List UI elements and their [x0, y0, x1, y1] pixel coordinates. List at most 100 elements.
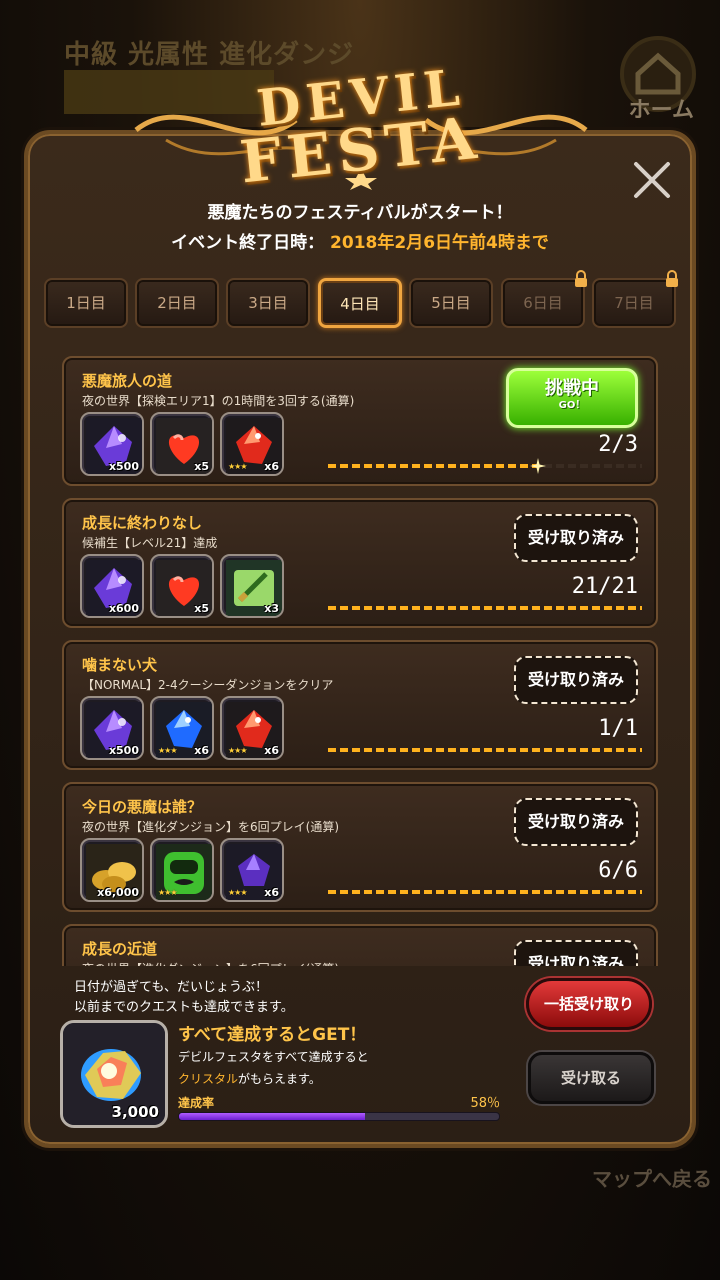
note-line-1: 日付が過ぎても、だいじょうぶ！	[74, 980, 268, 995]
reward-item[interactable]: ★★★	[150, 838, 214, 902]
mission-description: 夜の世界【進化ダンジョン】を6回プレイ(通算)	[82, 820, 339, 834]
get-description: デビルフェスタをすべて達成すると クリスタルがもらえます。	[178, 1046, 369, 1090]
tab-day-4[interactable]: 4日目	[318, 278, 402, 328]
rate-progress-fill	[179, 1113, 365, 1120]
receive-button[interactable]: 受け取る	[528, 1052, 654, 1104]
reward-item[interactable]: x600	[80, 554, 144, 618]
claimed-button[interactable]: 受け取り済み	[514, 798, 638, 846]
mission-title: 今日の悪魔は誰？	[82, 798, 203, 816]
mission-progress-fill	[328, 606, 642, 610]
mission-card: 噛まない犬 【NORMAL】2-4クーシーダンジョンをクリア x500 ★★★ x6 ★★…	[62, 640, 658, 770]
tab-label: 7日目	[614, 294, 654, 312]
get-desc-line-1: デビルフェスタをすべて達成すると	[178, 1050, 369, 1064]
mission-progress-text: 1/1	[598, 716, 638, 741]
close-button[interactable]	[630, 158, 674, 202]
rarity-stars: ★★★	[158, 888, 177, 897]
tab-day-3[interactable]: 3日目	[226, 278, 310, 328]
mission-title: 成長の近道	[82, 940, 158, 958]
reward-count: x6	[264, 744, 279, 757]
tab-day-5[interactable]: 5日目	[409, 278, 493, 328]
reward-count: x500	[108, 460, 139, 473]
map-back-button[interactable]: マップへ戻る	[592, 1163, 712, 1192]
mission-title: 噛まない犬	[82, 656, 158, 674]
mission-card: 悪魔旅人の道夜の世界【探検エリア1】の1時間を3回する(通算) x500 x5 ★★★…	[62, 356, 658, 486]
rarity-stars: ★★★	[228, 746, 247, 755]
tab-day-1[interactable]: 1日目	[44, 278, 128, 328]
mission-title: 悪魔旅人の道	[82, 372, 173, 390]
bulk-receive-button[interactable]: 一括受け取り	[526, 978, 652, 1030]
mission-description: 夜の世界【進化ダンジョン】を6回プレイ(通算)	[82, 960, 339, 966]
mission-description: 候補生【レベル21】達成	[82, 536, 218, 550]
mission-card: 今日の悪魔は誰？ 夜の世界【進化ダンジョン】を6回プレイ(通算) x6,000 ★★★…	[62, 782, 658, 912]
mission-progress-fill	[328, 890, 642, 894]
tab-label: 3日目	[248, 294, 288, 312]
sparkle-icon	[530, 458, 547, 474]
mission-progress-fill	[328, 748, 642, 752]
tab-day-6[interactable]: 6日目	[501, 270, 587, 328]
reward-count: x6	[264, 460, 279, 473]
mission-list[interactable]: 悪魔旅人の道夜の世界【探検エリア1】の1時間を3回する(通算) x500 x5 ★★★…	[62, 356, 658, 966]
claimed-button[interactable]: 受け取り済み	[514, 514, 638, 562]
rate-label: 達成率	[178, 1096, 215, 1110]
crystal-count: 3,000	[111, 1103, 159, 1121]
lock-icon	[575, 270, 587, 287]
tab-day-2[interactable]: 2日目	[135, 278, 219, 328]
event-end-value: 2018年2月6日午前4時まで	[330, 233, 549, 253]
reward-item[interactable]: x6,000	[80, 838, 144, 902]
button-sublabel: GO！	[558, 400, 586, 411]
mission-progress-bar	[328, 748, 642, 752]
devil-festa-logo: DEVIL FESTA	[126, 50, 596, 196]
reward-count: x5	[194, 460, 209, 473]
mission-progress-text: 2/3	[598, 432, 638, 457]
tab-day-7[interactable]: 7日目	[592, 270, 678, 328]
mission-title: 成長に終わりなし	[82, 514, 203, 532]
mission-progress-bar	[328, 458, 642, 474]
tab-label: 4日目	[340, 295, 380, 313]
rarity-stars: ★★★	[158, 746, 177, 755]
rarity-stars: ★★★	[228, 888, 247, 897]
reward-item[interactable]: ★★★ x6	[220, 696, 284, 760]
reward-item[interactable]: x500	[80, 696, 144, 760]
event-end-label: イベント終了日時：	[171, 233, 325, 253]
tab-label: 1日目	[66, 294, 106, 312]
reward-item[interactable]: x500	[80, 412, 144, 476]
reward-count: x6,000	[97, 886, 139, 899]
crystal-highlight: クリスタル	[178, 1072, 239, 1086]
claimed-button[interactable]: 受け取り済み	[514, 656, 638, 704]
event-subtitle: 悪魔たちのフェスティバルがスタート！	[207, 203, 513, 223]
reward-count: x6	[264, 886, 279, 899]
button-label: 挑戦中	[545, 378, 599, 399]
mission-card: 成長に終わりなし候補生【レベル21】達成 x600 x5 x3 受け取り済み 21/21	[62, 498, 658, 628]
reward-count: x6	[194, 744, 209, 757]
note-text: 日付が過ぎても、だいじょうぶ！ 以前までのクエストも達成できます。	[74, 978, 294, 1018]
home-label: ホーム	[628, 98, 694, 123]
rarity-stars: ★★★	[228, 462, 247, 471]
mission-progress-bar	[328, 890, 642, 894]
reward-count: x5	[194, 602, 209, 615]
mission-description: 夜の世界【探検エリア1】の1時間を3回する(通算)	[82, 394, 355, 408]
close-icon	[634, 162, 670, 198]
day-tabs: 1日目 2日目 3日目 4日目 5日目 6日目 7日目	[44, 270, 678, 328]
mission-progress-text: 21/21	[571, 574, 638, 599]
lock-icon	[666, 270, 678, 287]
tab-label: 2日目	[157, 294, 197, 312]
challenge-go-button[interactable]: 挑戦中 GO！	[506, 368, 638, 428]
get-title: すべて達成するとGET！	[178, 1025, 367, 1045]
mission-description: 【NORMAL】2-4クーシーダンジョンをクリア	[82, 678, 334, 692]
reward-item[interactable]: ★★★ x6	[220, 412, 284, 476]
rate-progress-bar	[178, 1112, 500, 1121]
reward-item[interactable]: ★★★ x6	[150, 696, 214, 760]
claimed-button[interactable]: 受け取り済み	[514, 940, 638, 966]
rate-value: 58％	[470, 1096, 500, 1111]
mission-progress-fill	[328, 464, 539, 468]
reward-item[interactable]: ★★★ x6	[220, 838, 284, 902]
reward-item[interactable]: x3	[220, 554, 284, 618]
mission-card: 成長の近道夜の世界【進化ダンジョン】を6回プレイ(通算) 受け取り済み	[62, 924, 658, 966]
note-line-2: 以前までのクエストも達成できます。	[74, 1000, 294, 1015]
tab-label: 5日目	[431, 294, 471, 312]
reward-item[interactable]: x5	[150, 412, 214, 476]
reward-item[interactable]: x5	[150, 554, 214, 618]
reward-count: x500	[108, 744, 139, 757]
mission-progress-text: 6/6	[598, 858, 638, 883]
tab-label: 6日目	[523, 294, 563, 312]
